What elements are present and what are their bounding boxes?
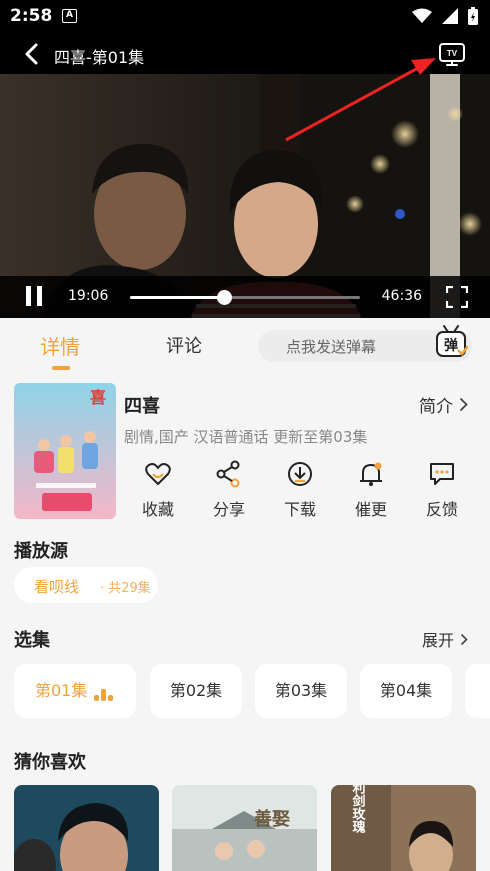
recommend-poster: 利剑玫瑰 xyxy=(331,785,476,871)
source-name: 看呗线 xyxy=(34,578,80,596)
feedback-button[interactable]: 反馈 xyxy=(412,458,472,520)
chevron-right-icon xyxy=(460,633,468,645)
bell-icon xyxy=(360,462,382,486)
recommend-card[interactable] xyxy=(14,785,159,871)
wifi-icon xyxy=(412,8,432,23)
episode-item[interactable]: 第02集 xyxy=(150,664,242,718)
cast-tv-button[interactable]: TV xyxy=(438,40,466,68)
share-icon xyxy=(216,460,240,488)
fullscreen-button[interactable] xyxy=(445,285,469,309)
pause-bar-left xyxy=(26,286,31,306)
intro-label: 简介 xyxy=(419,397,453,417)
tab-comments[interactable]: 评论 xyxy=(166,332,202,358)
danmu-input[interactable]: 点我发送弹幕 弹 xyxy=(258,325,472,362)
status-bar: 2:58 A xyxy=(0,0,490,34)
expand-episodes-link[interactable]: 展开 xyxy=(422,627,468,651)
episode-item[interactable]: 第04集 xyxy=(360,664,452,718)
tab-details[interactable]: 详情 xyxy=(40,331,80,360)
danmu-placeholder: 点我发送弹幕 xyxy=(286,338,377,356)
episode-item[interactable]: 第03集 xyxy=(255,664,347,718)
status-icons xyxy=(412,7,478,25)
poster-title-char: 喜 xyxy=(90,388,106,407)
danmu-toggle-icon[interactable]: 弹 xyxy=(434,324,468,360)
action-label: 收藏 xyxy=(141,500,174,519)
episode-label: 第02集 xyxy=(169,681,223,700)
action-row: 收藏 分享 下载 催更 反馈 xyxy=(124,458,474,520)
battery-icon xyxy=(468,7,478,25)
recommend-title: 利剑玫瑰 xyxy=(350,785,367,834)
playing-indicator-icon xyxy=(94,689,114,701)
recommend-poster: 善娶 xyxy=(172,785,317,871)
heart-icon xyxy=(145,463,171,485)
recommend-card[interactable]: 善娶 xyxy=(172,785,317,871)
danmu-char: 弹 xyxy=(444,337,458,354)
chevron-right-icon xyxy=(459,397,468,412)
favorite-button[interactable]: 收藏 xyxy=(128,458,188,520)
feedback-icon xyxy=(430,463,454,485)
episode-label: 第01集 xyxy=(35,681,88,700)
episode-list: 第01集 第02集 第03集 第04集 xyxy=(0,664,490,720)
share-button[interactable]: 分享 xyxy=(199,458,259,520)
intro-link[interactable]: 简介 xyxy=(419,392,468,417)
detail-tabs: 详情 评论 点我发送弹幕 弹 xyxy=(0,318,490,376)
tv-icon: TV xyxy=(439,43,465,66)
svg-text:TV: TV xyxy=(447,49,458,58)
seek-thumb[interactable] xyxy=(217,290,233,305)
action-label: 分享 xyxy=(212,500,245,519)
show-meta: 剧情,国产 汉语普通话 更新至第03集 xyxy=(124,428,368,446)
download-icon xyxy=(288,462,312,486)
signal-icon xyxy=(442,8,458,24)
recommend-title: 善娶 xyxy=(254,808,290,830)
action-label: 催更 xyxy=(354,500,387,519)
tab-indicator xyxy=(52,366,70,370)
show-title: 四喜 xyxy=(124,396,160,417)
current-time: 19:06 xyxy=(68,288,109,304)
action-label: 下载 xyxy=(283,500,316,519)
episodes-section-title: 选集 xyxy=(14,630,50,651)
source-count: · 共29集 xyxy=(100,581,151,596)
recommend-card[interactable]: 利剑玫瑰 xyxy=(331,785,476,871)
back-arrow-icon xyxy=(25,43,38,65)
expand-label: 展开 xyxy=(421,631,454,650)
urge-update-button[interactable]: 催更 xyxy=(341,458,401,520)
action-label: 反馈 xyxy=(425,500,458,519)
pause-bar-right xyxy=(37,286,42,306)
source-section-title: 播放源 xyxy=(14,541,68,562)
episode-title: 四喜-第01集 xyxy=(54,48,145,67)
video-player[interactable]: 19:06 46:36 xyxy=(0,74,490,318)
episode-item-partial[interactable] xyxy=(465,664,490,718)
poster-image: 喜 xyxy=(14,383,116,519)
show-poster[interactable]: 喜 xyxy=(14,383,116,519)
seek-progress xyxy=(130,296,225,299)
status-time: 2:58 xyxy=(10,6,53,26)
total-time: 46:36 xyxy=(381,288,422,304)
player-controls: 19:06 46:36 xyxy=(0,276,490,318)
recommend-poster xyxy=(14,785,159,871)
source-chip[interactable]: 看呗线 · 共29集 xyxy=(14,567,158,603)
seek-bar[interactable] xyxy=(130,290,360,305)
player-title-bar: 四喜-第01集 TV xyxy=(0,34,490,74)
fullscreen-icon xyxy=(445,285,469,309)
episode-label: 第04集 xyxy=(379,681,433,700)
recommend-section-title: 猜你喜欢 xyxy=(14,752,86,773)
episode-label: 第03集 xyxy=(274,681,328,700)
episode-item[interactable]: 第01集 xyxy=(14,664,136,718)
notification-icon: A xyxy=(62,9,77,23)
download-button[interactable]: 下载 xyxy=(270,458,330,520)
back-button[interactable] xyxy=(18,41,44,67)
pause-button[interactable] xyxy=(24,286,44,308)
